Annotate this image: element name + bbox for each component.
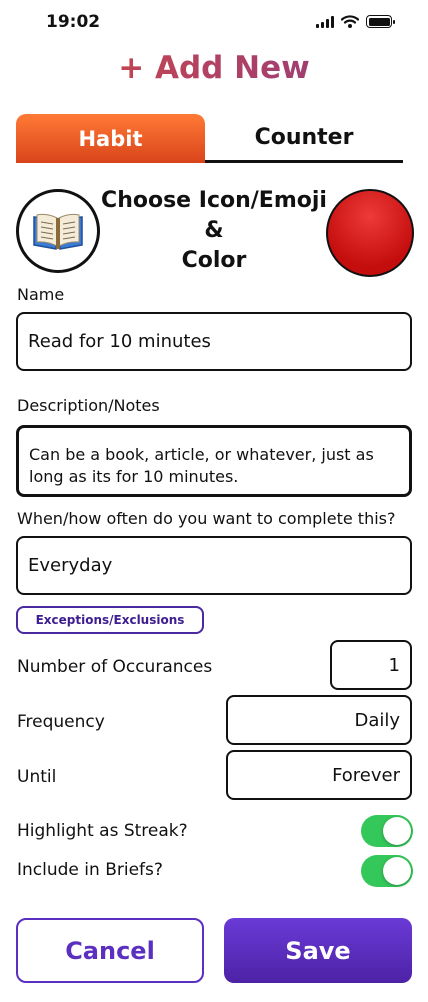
choose-icon-color-label: Choose Icon/Emoji & Color xyxy=(100,186,328,276)
briefs-label: Include in Briefs? xyxy=(17,860,163,880)
frequency-label: Frequency xyxy=(17,712,105,732)
save-button[interactable]: Save xyxy=(224,918,412,983)
wifi-icon xyxy=(341,15,359,28)
until-label: Until xyxy=(17,767,57,787)
page-title: + Add New xyxy=(0,50,428,86)
choose-label-line3: Color xyxy=(181,248,247,273)
status-time: 19:02 xyxy=(46,12,101,32)
frequency-select[interactable]: Daily xyxy=(226,695,412,745)
briefs-toggle[interactable] xyxy=(361,855,413,887)
color-picker-button[interactable] xyxy=(326,189,414,277)
description-textarea[interactable]: Can be a book, article, or whatever, jus… xyxy=(16,425,412,497)
name-label: Name xyxy=(17,285,65,304)
tab-habit[interactable]: Habit xyxy=(16,114,205,163)
occurrences-label: Number of Occurances xyxy=(17,657,213,677)
emoji-picker-button[interactable] xyxy=(16,189,100,273)
choose-label-line2: & xyxy=(204,218,224,243)
toggle-knob xyxy=(383,817,411,845)
streak-toggle[interactable] xyxy=(361,815,413,847)
until-select[interactable]: Forever xyxy=(226,750,412,800)
streak-label: Highlight as Streak? xyxy=(17,821,188,841)
open-book-icon xyxy=(33,213,83,250)
signal-icon xyxy=(316,15,334,28)
choose-label-line1: Choose Icon/Emoji xyxy=(101,188,327,213)
battery-icon xyxy=(366,15,395,28)
toggle-knob xyxy=(383,857,411,885)
schedule-label: When/how often do you want to complete t… xyxy=(17,509,396,528)
schedule-input[interactable]: Everyday xyxy=(16,536,412,595)
status-icons xyxy=(316,15,395,28)
name-input[interactable]: Read for 10 minutes xyxy=(16,312,412,371)
occurrences-input[interactable]: 1 xyxy=(330,640,412,690)
description-label: Description/Notes xyxy=(17,396,160,415)
tab-counter[interactable]: Counter xyxy=(205,114,403,163)
cancel-button[interactable]: Cancel xyxy=(16,918,204,983)
exceptions-button[interactable]: Exceptions/Exclusions xyxy=(16,606,204,634)
